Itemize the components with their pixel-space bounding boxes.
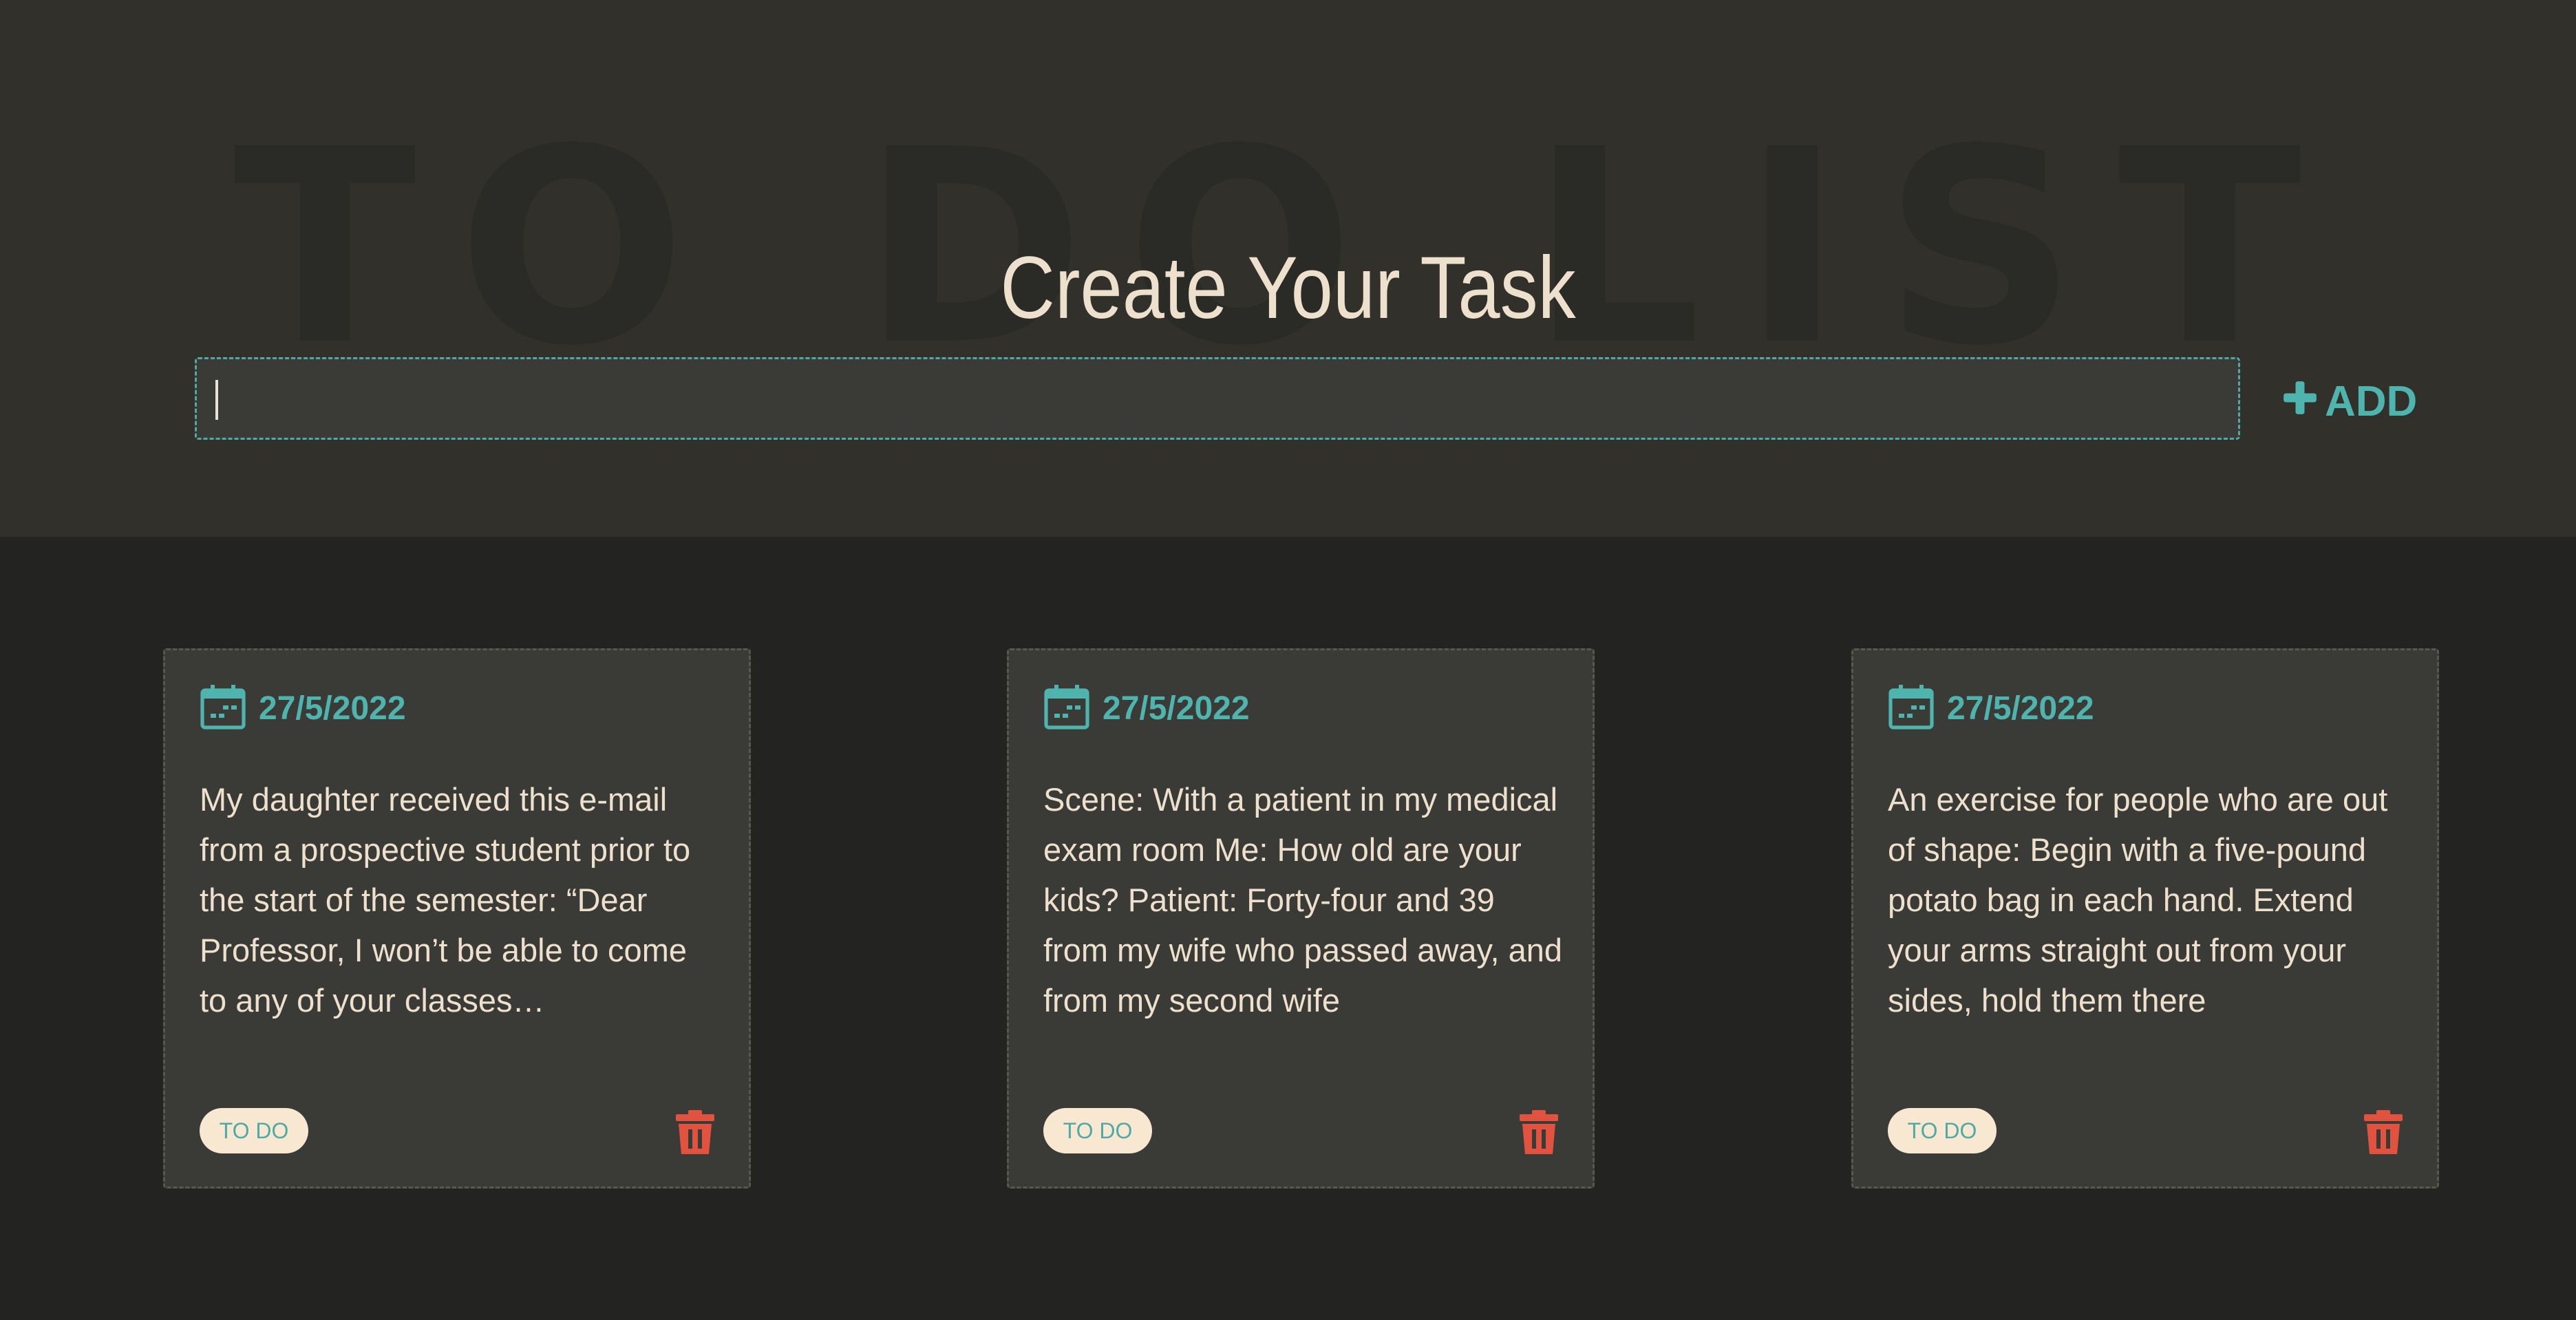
task-date: 27/5/2022 — [259, 690, 406, 727]
task-date: 27/5/2022 — [1947, 690, 2094, 727]
status-badge[interactable]: TO DO — [200, 1108, 308, 1153]
plus-icon — [2282, 377, 2318, 426]
delete-button[interactable] — [1520, 1110, 1558, 1154]
task-card: 27/5/2022 An exercise for people who are… — [1851, 648, 2439, 1189]
task-input[interactable] — [195, 357, 2240, 440]
task-text: An exercise for people who are out of sh… — [1888, 781, 2388, 1019]
task-text: My daughter received this e-mail from a … — [200, 781, 691, 1019]
status-badge[interactable]: TO DO — [1043, 1108, 1152, 1153]
trash-icon — [676, 1110, 714, 1157]
delete-button[interactable] — [2364, 1110, 2403, 1154]
delete-button[interactable] — [676, 1110, 714, 1154]
calendar-icon — [1888, 683, 1935, 734]
task-text: Scene: With a patient in my medical exam… — [1043, 781, 1563, 1019]
trash-icon — [2364, 1110, 2403, 1157]
status-badge[interactable]: TO DO — [1888, 1108, 1997, 1153]
add-button-label: ADD — [2325, 377, 2418, 425]
text-cursor — [215, 380, 218, 420]
header: TO DO LIST Create Your Task ADD — [0, 0, 2576, 537]
calendar-icon — [1043, 683, 1090, 734]
task-card: 27/5/2022 Scene: With a patient in my me… — [1007, 648, 1595, 1189]
trash-icon — [1520, 1110, 1558, 1157]
task-date-row: 27/5/2022 — [1888, 683, 2094, 734]
page-title: Create Your Task — [1000, 239, 1576, 337]
task-date-row: 27/5/2022 — [1043, 683, 1250, 734]
task-card: 27/5/2022 My daughter received this e-ma… — [163, 648, 751, 1189]
calendar-icon — [200, 683, 246, 734]
add-button[interactable]: ADD — [2282, 377, 2417, 425]
task-date-row: 27/5/2022 — [200, 683, 406, 734]
task-date: 27/5/2022 — [1103, 690, 1250, 727]
